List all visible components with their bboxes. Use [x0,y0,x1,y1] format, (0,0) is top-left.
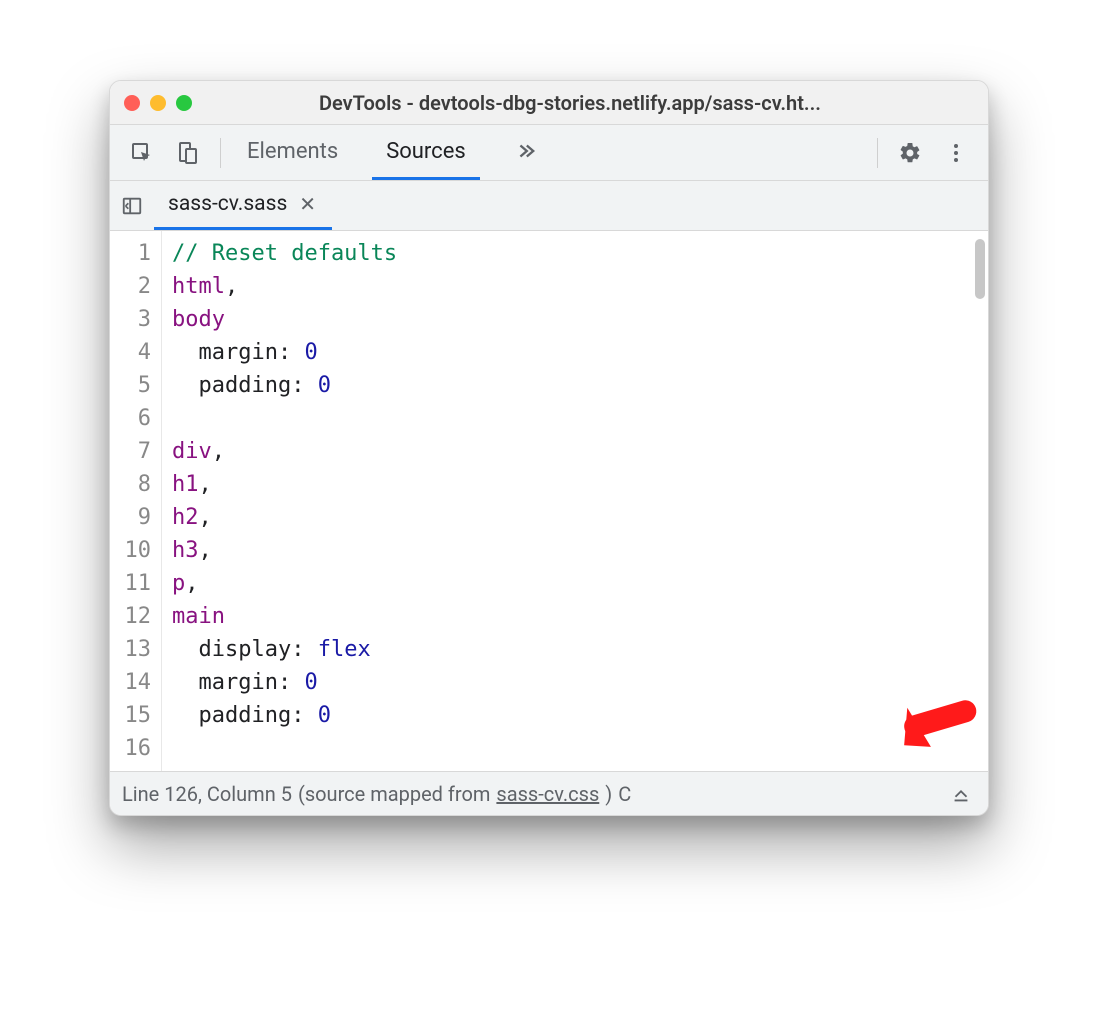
code-line[interactable]: div, [172,435,978,468]
line-number: 14 [124,666,151,699]
line-number: 7 [124,435,151,468]
status-overflow-text: C [618,782,631,806]
line-number: 3 [124,303,151,336]
inspect-element-icon[interactable] [122,133,162,173]
code-line[interactable]: margin: 0 [172,336,978,369]
window-titlebar: DevTools - devtools-dbg-stories.netlify.… [110,81,988,125]
code-line[interactable] [172,732,978,765]
scrollbar-thumb[interactable] [975,239,985,299]
line-number: 12 [124,600,151,633]
window-title: DevTools - devtools-dbg-stories.netlify.… [206,91,974,115]
code-line[interactable]: // Reset defaults [172,237,978,270]
traffic-lights [124,95,192,111]
device-toolbar-icon[interactable] [168,133,208,173]
status-bar: Line 126, Column 5 (source mapped from s… [110,771,988,815]
code-line[interactable]: body [172,303,978,336]
code-line[interactable]: padding: 0 [172,699,978,732]
line-number: 13 [124,633,151,666]
code-line[interactable]: h3, [172,534,978,567]
line-number: 15 [124,699,151,732]
toolbar-divider [877,138,878,168]
minimize-window-button[interactable] [150,95,166,111]
settings-gear-icon[interactable] [890,133,930,173]
code-line[interactable]: p, [172,567,978,600]
code-line[interactable]: h1, [172,468,978,501]
devtools-window: DevTools - devtools-dbg-stories.netlify.… [109,80,989,816]
maximize-window-button[interactable] [176,95,192,111]
source-mapped-suffix: ) [605,782,612,806]
line-number: 1 [124,237,151,270]
file-tab-label: sass-cv.sass [168,192,287,216]
more-tabs-button[interactable] [500,125,550,180]
line-number: 11 [124,567,151,600]
line-number: 5 [124,369,151,402]
devtools-toolbar: Elements Sources [110,125,988,181]
source-mapped-prefix: (source mapped from [298,782,490,806]
cursor-position: Line 126, Column 5 [122,782,292,806]
file-tab-active[interactable]: sass-cv.sass ✕ [154,181,332,230]
panel-tabs: Elements Sources [233,125,550,180]
tab-sources[interactable]: Sources [372,125,480,180]
code-line[interactable]: margin: 0 [172,666,978,699]
code-editor[interactable]: 12345678910111213141516 // Reset default… [110,231,988,771]
line-number: 4 [124,336,151,369]
drawer-toggle-icon[interactable] [946,783,976,805]
code-line[interactable]: main [172,600,978,633]
tab-elements[interactable]: Elements [233,125,352,180]
navigator-toggle-icon[interactable] [110,195,154,217]
more-options-icon[interactable] [936,133,976,173]
sources-file-bar: sass-cv.sass ✕ [110,181,988,231]
code-line[interactable]: h2, [172,501,978,534]
code-line[interactable]: display: flex [172,633,978,666]
line-number: 6 [124,402,151,435]
code-line[interactable] [172,402,978,435]
code-line[interactable]: padding: 0 [172,369,978,402]
source-mapped-link[interactable]: sass-cv.css [496,782,599,806]
line-number: 16 [124,732,151,765]
close-window-button[interactable] [124,95,140,111]
line-number: 8 [124,468,151,501]
toolbar-divider [220,138,221,168]
close-tab-icon[interactable]: ✕ [299,192,316,216]
line-number: 9 [124,501,151,534]
line-number: 2 [124,270,151,303]
line-number: 10 [124,534,151,567]
code-content[interactable]: // Reset defaultshtml,body margin: 0 pad… [162,231,988,771]
code-line[interactable]: html, [172,270,978,303]
line-gutter: 12345678910111213141516 [110,231,162,771]
